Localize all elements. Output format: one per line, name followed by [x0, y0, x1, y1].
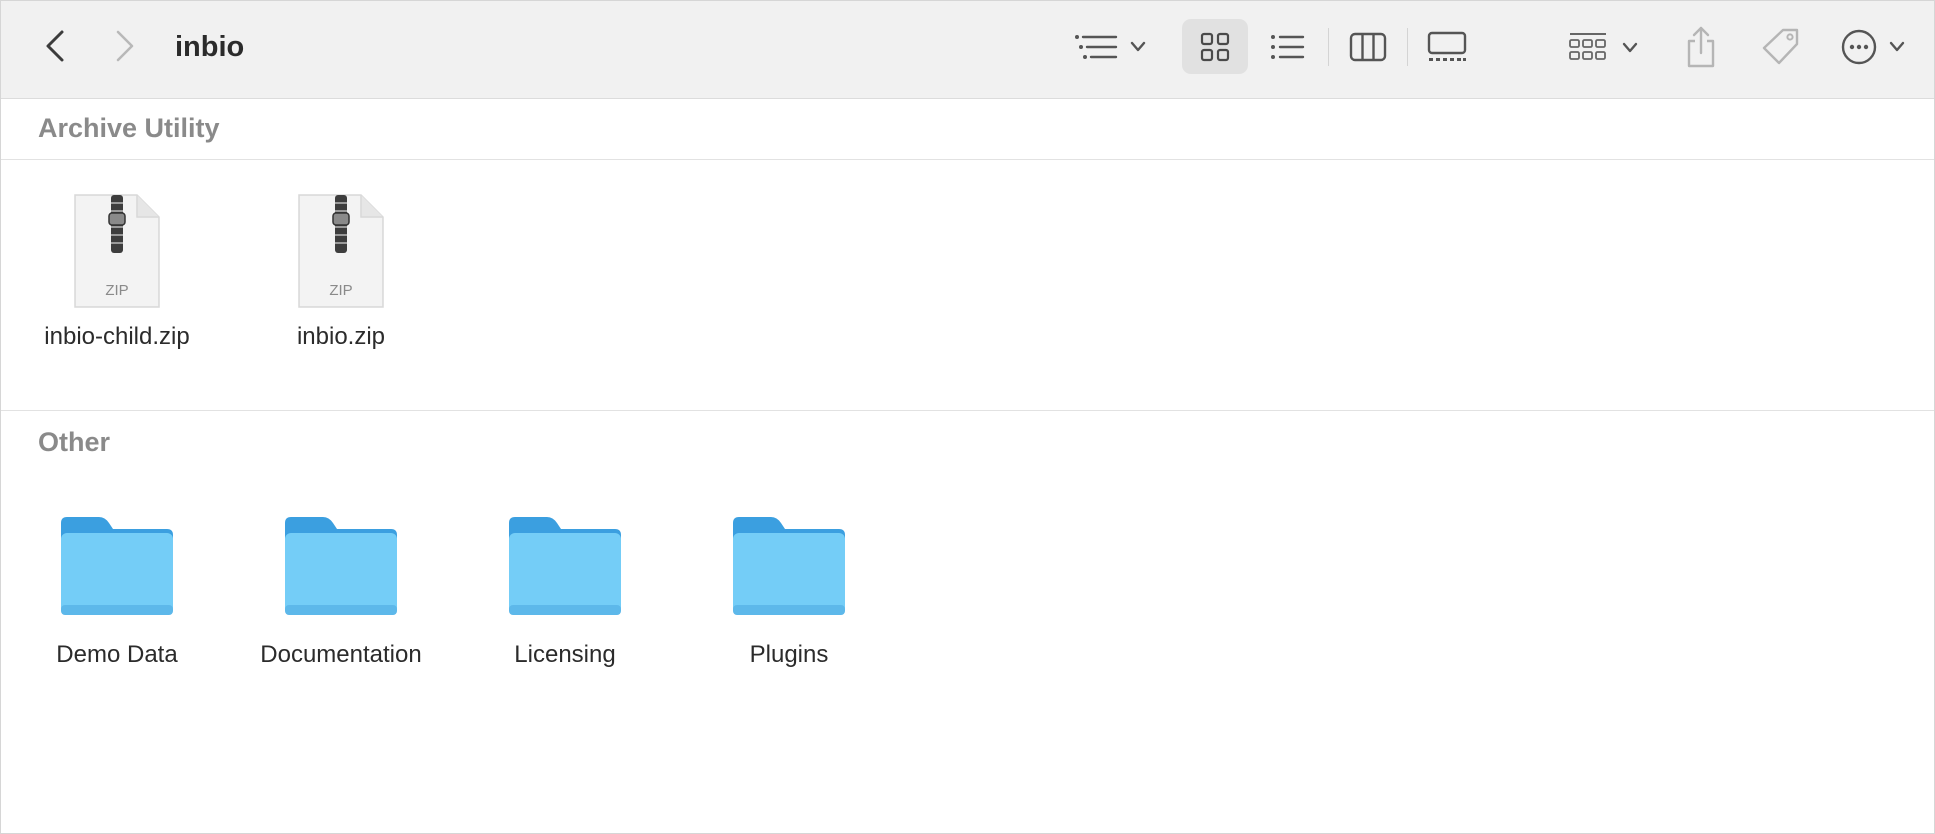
file-name: inbio-child.zip [44, 323, 190, 350]
back-button[interactable] [37, 23, 73, 69]
gallery-view-icon [1427, 31, 1467, 61]
folder-icon [465, 513, 665, 623]
sort-button[interactable] [1069, 21, 1155, 73]
file-name: inbio.zip [296, 323, 386, 350]
toolbar-divider [1407, 28, 1408, 66]
chevron-left-icon [46, 30, 64, 62]
section-title: Archive Utility [38, 113, 220, 143]
folder-icon [241, 513, 441, 623]
group-by-button[interactable] [1566, 21, 1646, 73]
view-as-columns-button[interactable] [1341, 19, 1395, 74]
folder-name: Plugins [749, 641, 829, 668]
ellipsis-circle-icon [1841, 29, 1905, 65]
view-as-icons-button[interactable] [1182, 19, 1248, 74]
list-sort-icon [1075, 35, 1146, 59]
tag-button[interactable] [1756, 21, 1806, 73]
zip-badge: ZIP [105, 282, 128, 299]
folder-icon [689, 513, 889, 623]
columns-view-icon [1349, 32, 1387, 61]
share-button[interactable] [1679, 17, 1723, 77]
zip-badge: ZIP [329, 282, 352, 299]
toolbar-divider [1328, 28, 1329, 66]
finder-window: inbio Archive Utility ZIP inbio-child.zi… [0, 0, 1935, 834]
folder-name: Demo Data [56, 641, 178, 668]
chevron-right-icon [116, 30, 134, 62]
folder-name: Documentation [260, 641, 422, 668]
window-title: inbio [175, 31, 245, 63]
folder-name: Licensing [514, 641, 616, 668]
section-header-archive-utility: Archive Utility [1, 99, 1934, 160]
tag-icon [1762, 28, 1799, 65]
more-actions-button[interactable] [1837, 21, 1917, 73]
icon-grid-icon [1200, 32, 1230, 61]
view-as-gallery-button[interactable] [1419, 19, 1475, 74]
section-title: Other [38, 427, 111, 457]
section-header-other: Other [1, 410, 1934, 473]
zip-file-icon: ZIP [17, 191, 217, 311]
share-icon [1687, 26, 1715, 68]
toolbar: inbio [1, 1, 1934, 99]
zip-file-icon: ZIP [241, 191, 441, 311]
group-grid-icon [1569, 33, 1638, 60]
forward-button[interactable] [107, 23, 143, 69]
list-view-icon [1271, 34, 1305, 59]
view-as-list-button[interactable] [1263, 19, 1313, 74]
folder-icon [17, 513, 217, 623]
